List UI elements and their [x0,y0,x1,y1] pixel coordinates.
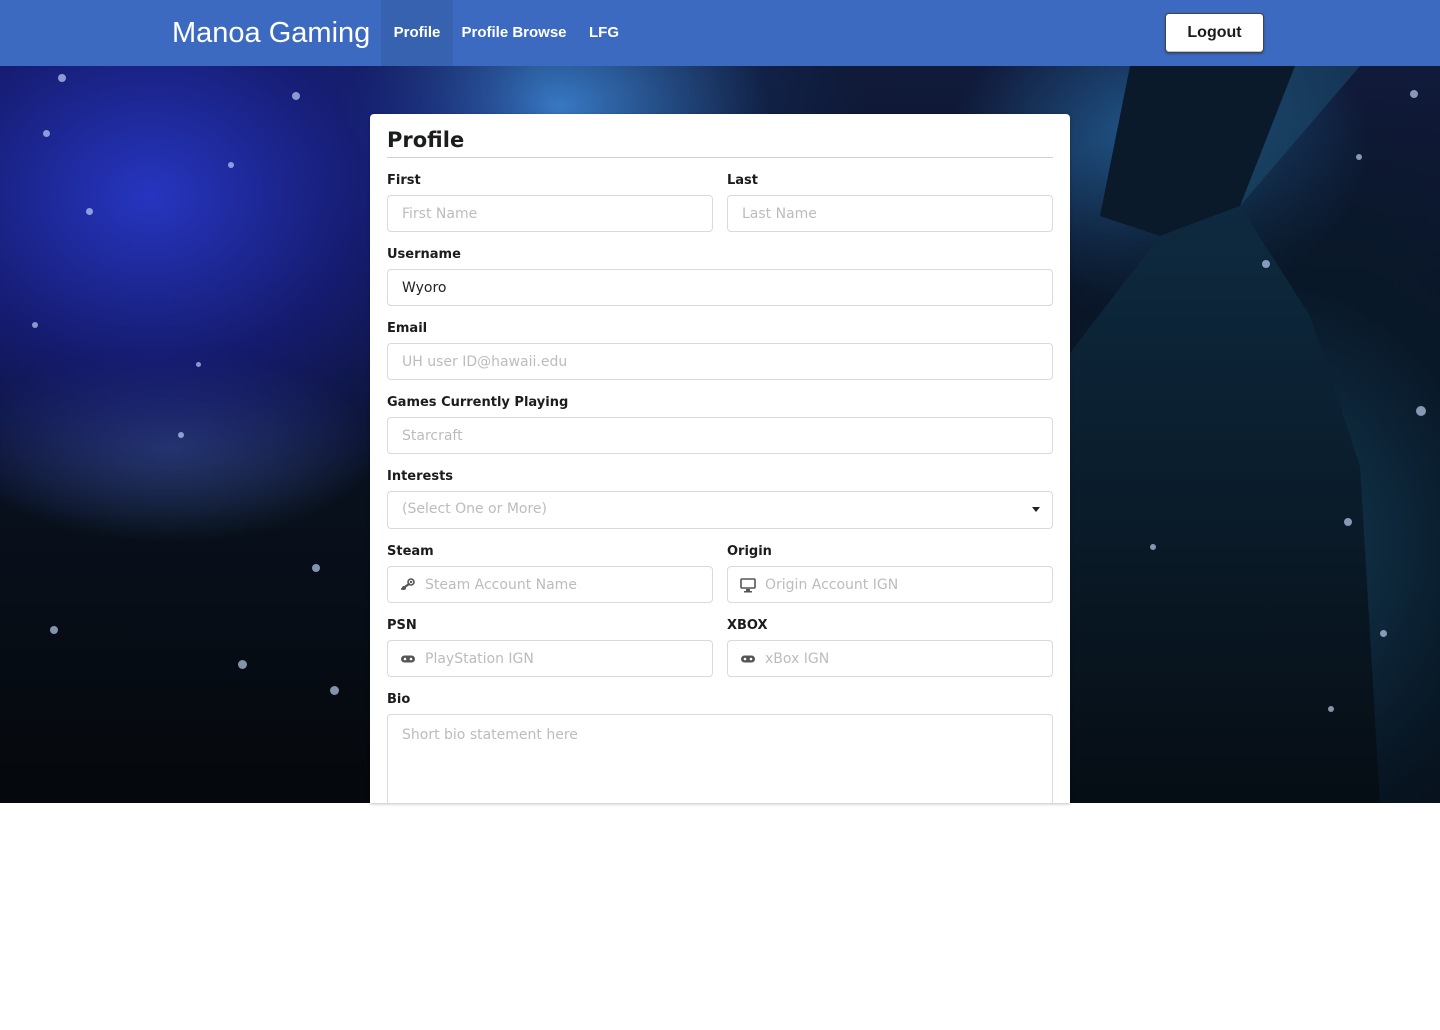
snow-fleck [178,432,184,438]
first-name-field [387,195,713,232]
snow-fleck [238,660,247,669]
profile-form-card: Profile First Last Username Email Games … [370,114,1070,803]
snow-fleck [312,564,320,572]
snow-fleck [228,162,234,168]
origin-input[interactable] [728,567,1052,602]
steam-field [387,566,713,603]
games-field [387,417,1053,454]
snow-fleck [43,130,50,137]
snow-fleck [50,626,58,634]
last-name-label: Last [727,173,759,188]
top-navbar: Manoa Gaming Profile Profile Browse LFG … [0,0,1440,66]
last-name-field [727,195,1053,232]
helmet-silhouette [1060,66,1380,803]
origin-field [727,566,1053,603]
snow-fleck [32,322,38,328]
title-divider [387,157,1053,158]
interests-label: Interests [387,469,454,484]
nav-item-profile-browse[interactable]: Profile Browse [453,0,575,66]
nav-item-lfg[interactable]: LFG [575,0,633,66]
interests-dropdown[interactable]: (Select One or More) [387,491,1053,529]
email-label: Email [387,321,428,336]
games-label: Games Currently Playing [387,395,569,410]
snow-fleck [86,208,93,215]
nav-item-profile[interactable]: Profile [381,0,453,66]
brand-logo[interactable]: Manoa Gaming [172,0,370,66]
username-label: Username [387,247,461,262]
origin-label: Origin [727,544,772,559]
bio-label: Bio [387,692,411,707]
xbox-label: XBOX [727,618,768,633]
first-name-label: First [387,173,421,188]
steam-input[interactable] [388,567,712,602]
games-input[interactable] [388,418,1052,453]
username-input[interactable] [388,270,1052,305]
form-title: Profile [387,128,465,152]
snow-fleck [1416,406,1426,416]
interests-selected: (Select One or More) [402,501,547,517]
snow-fleck [1380,630,1387,637]
psn-input[interactable] [388,641,712,676]
steam-label: Steam [387,544,434,559]
snow-fleck [1262,260,1270,268]
first-name-input[interactable] [388,196,712,231]
bio-field [387,714,1053,803]
snow-fleck [1328,706,1334,712]
snow-fleck [1150,544,1156,550]
last-name-input[interactable] [728,196,1052,231]
email-input[interactable] [388,344,1052,379]
snow-fleck [1356,154,1362,160]
xbox-input[interactable] [728,641,1052,676]
username-field [387,269,1053,306]
caret-down-icon [1032,507,1040,512]
psn-label: PSN [387,618,417,633]
xbox-field [727,640,1053,677]
snow-fleck [330,686,339,695]
snow-fleck [58,74,66,82]
snow-fleck [1410,90,1418,98]
snow-fleck [292,92,300,100]
logout-button[interactable]: Logout [1165,13,1264,53]
email-field [387,343,1053,380]
bio-textarea[interactable] [388,715,1052,803]
snow-fleck [1344,518,1352,526]
snow-fleck [196,362,201,367]
psn-field [387,640,713,677]
